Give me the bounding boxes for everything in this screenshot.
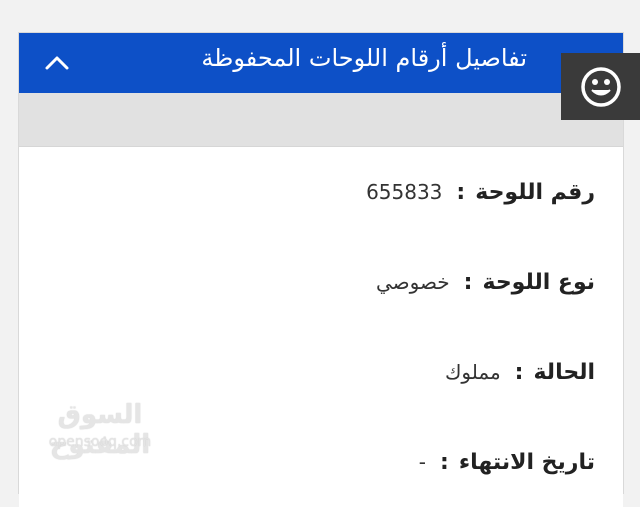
expiry-date-value: -	[418, 450, 427, 474]
plate-number-label: رقم اللوحة	[475, 179, 595, 205]
status-label: الحالة	[533, 359, 595, 385]
status-colon: :	[514, 359, 524, 385]
smiley-icon	[580, 66, 621, 107]
plate-details-header[interactable]: تفاصيل أرقام اللوحات المحفوظة	[19, 33, 623, 93]
expiry-date-label: تاريخ الانتهاء	[458, 449, 595, 475]
plate-details-card: تفاصيل أرقام اللوحات المحفوظة رقم اللوحة…	[18, 32, 624, 507]
status-value: مملوك	[444, 360, 501, 384]
plate-number-colon: :	[456, 179, 466, 205]
expiry-date-row: تاريخ الانتهاء : -	[19, 417, 623, 507]
status-row: الحالة : مملوك	[19, 327, 623, 419]
plate-number-row: رقم اللوحة : 655833	[19, 147, 623, 239]
expiry-date-colon: :	[440, 449, 449, 475]
plate-type-colon: :	[463, 269, 473, 295]
chevron-up-icon[interactable]	[37, 47, 77, 79]
feedback-button[interactable]	[561, 53, 640, 120]
plate-type-row: نوع اللوحة : خصوصي	[19, 237, 623, 329]
header-title: تفاصيل أرقام اللوحات المحفوظة	[201, 44, 527, 72]
plate-type-label: نوع اللوحة	[482, 269, 595, 295]
plate-number-value: 655833	[366, 180, 443, 204]
plate-type-value: خصوصي	[375, 270, 450, 294]
header-subbar	[19, 93, 623, 147]
